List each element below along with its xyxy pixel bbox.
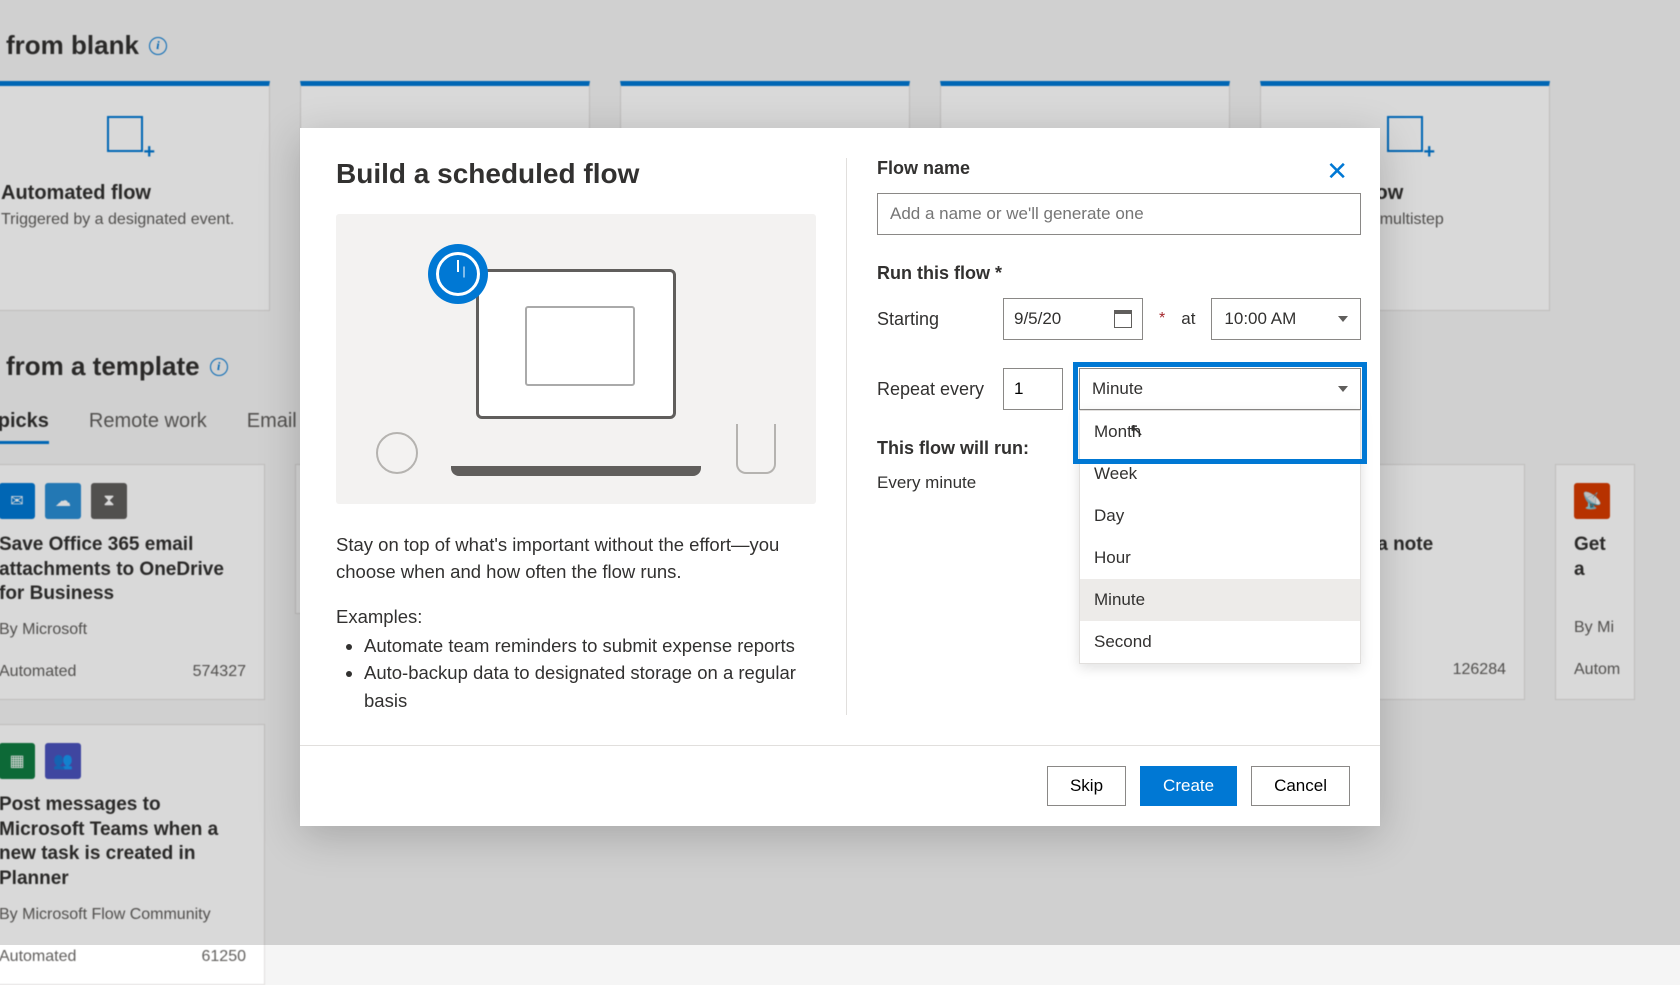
option-second[interactable]: Second (1080, 621, 1360, 663)
repeat-count-input[interactable] (1003, 368, 1063, 410)
run-flow-label: Run this flow * (877, 263, 1361, 284)
laptop-graphic (476, 269, 676, 419)
template-type: Automated (0, 948, 76, 966)
dialog-footer: Skip Create Cancel (300, 745, 1380, 826)
dialog-form: Flow name Run this flow * Starting 9/5/2… (846, 158, 1361, 715)
starting-time-select[interactable]: 10:00 AM (1211, 298, 1361, 340)
repeat-unit-dropdown: Month Week Day Hour Minute Second (1079, 410, 1361, 664)
plant-icon (736, 424, 776, 474)
calendar-icon (1114, 310, 1132, 328)
skip-button[interactable]: Skip (1047, 766, 1126, 806)
illustration (336, 214, 816, 504)
starting-row: Starting 9/5/20 * at 10:00 AM (877, 298, 1361, 340)
close-icon[interactable]: ✕ (1326, 156, 1348, 187)
at-label: at (1181, 309, 1195, 329)
starting-date-input[interactable]: 9/5/20 (1003, 298, 1143, 340)
repeat-label: Repeat every (877, 379, 987, 400)
repeat-unit-value: Minute (1092, 379, 1143, 399)
flow-name-input[interactable] (877, 193, 1361, 235)
starting-date-value: 9/5/20 (1014, 309, 1061, 329)
create-button[interactable]: Create (1140, 766, 1237, 806)
option-month[interactable]: Month (1080, 411, 1360, 453)
clock-icon (428, 244, 488, 304)
dialog-title: Build a scheduled flow (336, 158, 816, 190)
small-clock-icon (376, 432, 418, 474)
repeat-unit-wrapper: Minute Month Week Day Hour Minute Second… (1079, 368, 1361, 410)
repeat-row: Repeat every Minute Month Week Day Hour … (877, 368, 1361, 410)
dialog-description: Stay on top of what's important without … (336, 532, 816, 586)
dialog-left: Build a scheduled flow Stay on top of wh… (336, 158, 816, 715)
required-asterisk: * (1159, 310, 1165, 328)
repeat-unit-select[interactable]: Minute (1079, 368, 1361, 410)
scheduled-flow-dialog: ✕ Build a scheduled flow Stay on top of … (300, 128, 1380, 826)
example-item: Automate team reminders to submit expens… (364, 632, 816, 660)
template-footer: Automated 61250 (0, 948, 246, 966)
cancel-button[interactable]: Cancel (1251, 766, 1350, 806)
option-day[interactable]: Day (1080, 495, 1360, 537)
option-minute[interactable]: Minute (1080, 579, 1360, 621)
starting-label: Starting (877, 309, 987, 330)
examples-label: Examples: (336, 606, 816, 628)
chevron-down-icon (1338, 386, 1348, 392)
flow-name-label: Flow name (877, 158, 1361, 179)
examples-list: Automate team reminders to submit expens… (336, 632, 816, 715)
starting-time-value: 10:00 AM (1224, 309, 1296, 329)
example-item: Auto-backup data to designated storage o… (364, 659, 816, 715)
dialog-body: Build a scheduled flow Stay on top of wh… (300, 128, 1380, 745)
template-count: 61250 (202, 948, 247, 966)
option-hour[interactable]: Hour (1080, 537, 1360, 579)
option-week[interactable]: Week (1080, 453, 1360, 495)
chevron-down-icon (1338, 316, 1348, 322)
